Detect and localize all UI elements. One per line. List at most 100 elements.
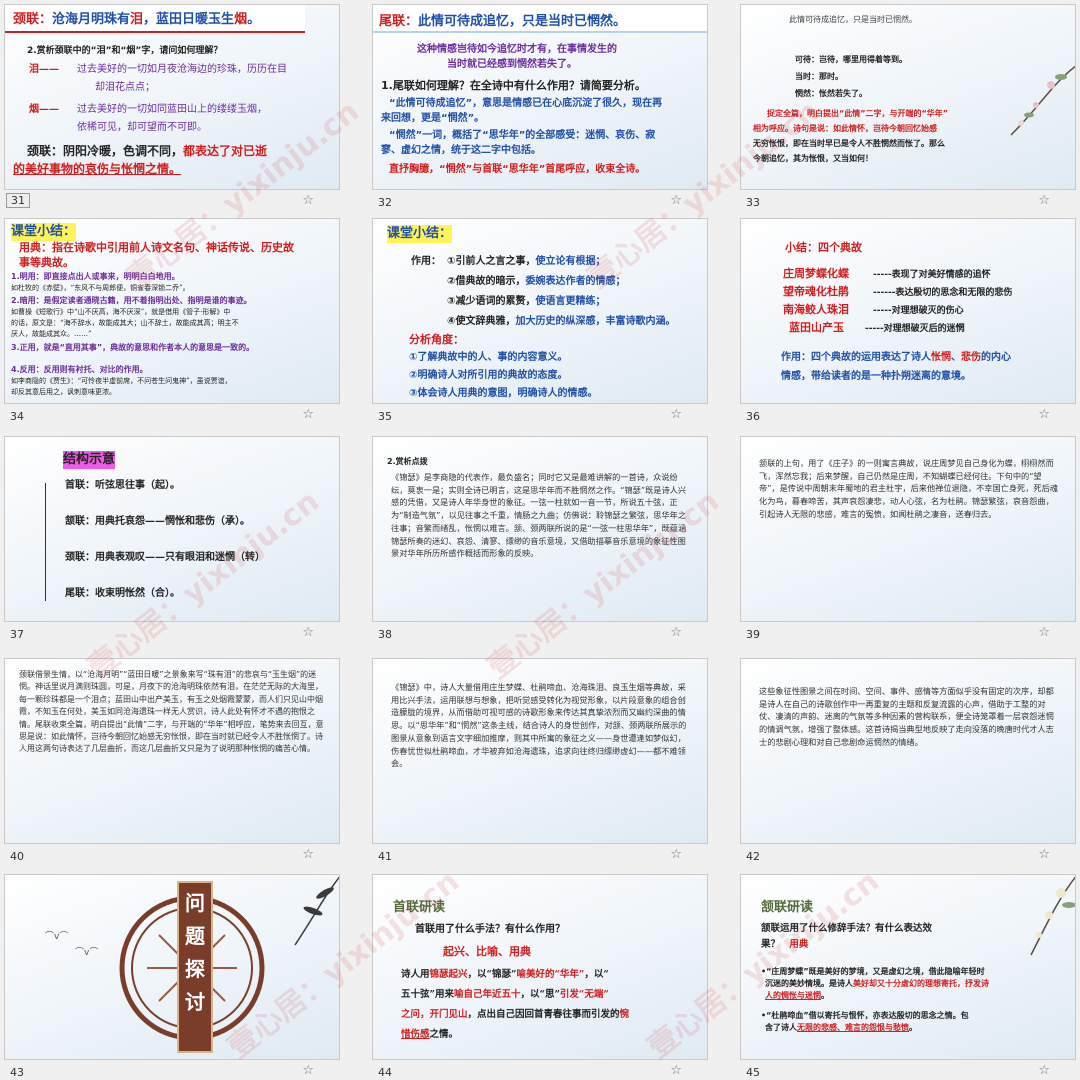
slide-thumbnail-40[interactable]: 颈联借景生情，以“沧海月明”“蓝田日暖”之景象来写“珠有泪”的悲哀与“玉生烟”的… xyxy=(4,658,340,844)
star-icon[interactable]: ☆ xyxy=(302,625,314,640)
summary-emphasis: 都表达了对已逝 xyxy=(183,144,268,158)
slide-thumbnail-42[interactable]: 这些象征性图景之间在时间、空间、事件、感情等方面似乎没有固定的次序，却都是诗人在… xyxy=(740,658,1076,844)
analysis-emphasis: 引发“无端” xyxy=(559,989,609,1000)
structure-line: 首联：听弦思往事（起）。 xyxy=(65,480,180,491)
slide-cell-45[interactable]: 颔联研读 颔联运用了什么修辞手法？有什么表达效 果？ 用典 •“庄周梦蝶”既是美… xyxy=(740,874,1076,1080)
question-text: 颔联运用了什么修辞手法？有什么表达效 xyxy=(761,923,933,934)
analysis-text: ，以“ xyxy=(584,969,609,980)
bullet-text: 。 xyxy=(821,991,829,1000)
slide-number: 31 xyxy=(6,193,30,208)
slide-number: 40 xyxy=(10,850,24,863)
method-line: 1.明用：即直接点出人或事来，明明白白地用。 xyxy=(11,272,180,281)
slide-cell-41[interactable]: 《锦瑟》中，诗人大量借用庄生梦蝶、杜鹃啼血、沧海珠泪、良玉生烟等典故，采用比兴手… xyxy=(372,658,708,868)
slide-thumbnail-37[interactable]: 结构示意 首联：听弦思往事（起）。 颔联：用典托哀怨——惘怅和悲伤（承）。 颈联… xyxy=(4,436,340,622)
analysis-text: ，以“锦瑟” xyxy=(467,969,517,980)
slide-heading: 课堂小结： xyxy=(11,223,77,241)
title-keyword: 烟 xyxy=(234,12,248,27)
slide-thumbnail-38[interactable]: 2.赏析点拨 《锦瑟》是李商隐的代表作，最负盛名；同时它又是最难讲解的一首诗，众… xyxy=(372,436,708,622)
function-label: 作用： xyxy=(411,256,441,267)
star-icon[interactable]: ☆ xyxy=(670,407,682,422)
analysis-text: 之情。 xyxy=(429,1029,459,1040)
star-icon[interactable]: ☆ xyxy=(302,1063,314,1078)
commentary-line: 捉定全篇，明白提出“此情”二字，与开端的“华年” xyxy=(767,109,949,118)
star-icon[interactable]: ☆ xyxy=(302,407,314,422)
slide-cell-38[interactable]: 2.赏析点拨 《锦瑟》是李商隐的代表作，最负盛名；同时它又是最难讲解的一首诗，众… xyxy=(372,436,708,646)
answer-line: 来回想，更是“惘然”。 xyxy=(381,113,485,124)
slide-meta: 36 ☆ xyxy=(740,406,1076,426)
explanation-line: 这种情感岂待如今追忆时才有，在事情发生的 xyxy=(417,44,617,55)
star-icon[interactable]: ☆ xyxy=(670,625,682,640)
star-icon[interactable]: ☆ xyxy=(670,1063,682,1078)
slide-thumbnail-45[interactable]: 颔联研读 颔联运用了什么修辞手法？有什么表达效 果？ 用典 •“庄周梦蝶”既是美… xyxy=(740,874,1076,1060)
tear-line: 却泪花点点； xyxy=(95,82,155,93)
slide-cell-39[interactable]: 颔联的上句，用了《庄子》的一则寓言典故，说庄周梦见自己身化为蝶，栩栩然而飞，浑然… xyxy=(740,436,1076,646)
slide-cell-37[interactable]: 结构示意 首联：听弦思往事（起）。 颔联：用典托哀怨——惘怅和悲伤（承）。 颈联… xyxy=(4,436,340,646)
tear-label: 泪—— xyxy=(29,64,59,75)
slide-heading: 结构示意 xyxy=(63,451,116,469)
answer-line: 直抒胸臆，“惘然”与首联“思华年”首尾呼应，收束全诗。 xyxy=(389,164,646,175)
smoke-line: 依稀可见，却可望而不可即。 xyxy=(77,122,207,133)
function-text: ②借典故的暗示， xyxy=(447,276,526,287)
title-char: 题 xyxy=(185,924,205,948)
slide-cell-34[interactable]: 课堂小结： 用典：指在诗歌中引用前人诗文名句、神话传说、历史故 事等典故。 1.… xyxy=(4,218,340,428)
slide-thumbnail-39[interactable]: 颔联的上句，用了《庄子》的一则寓言典故，说庄周梦见自己身化为蝶，栩栩然而飞，浑然… xyxy=(740,436,1076,622)
slide-meta: 33 ☆ xyxy=(740,192,1076,212)
star-icon[interactable]: ☆ xyxy=(670,193,682,208)
slide-meta: 41 ☆ xyxy=(372,846,708,866)
function-text: ①引前人之言之事， xyxy=(447,256,536,267)
star-icon[interactable]: ☆ xyxy=(1038,407,1050,422)
star-icon[interactable]: ☆ xyxy=(1038,1063,1050,1078)
star-icon[interactable]: ☆ xyxy=(1038,847,1050,862)
slide-cell-40[interactable]: 颈联借景生情，以“沧海月明”“蓝田日暖”之景象来写“珠有泪”的悲哀与“玉生烟”的… xyxy=(4,658,340,868)
slide-number: 43 xyxy=(10,1066,24,1079)
slide-number: 38 xyxy=(378,628,392,641)
slide-thumbnail-33[interactable]: 此情可待成追忆，只是当时已惘然。 可待：岂待，哪里用得着等到。 当时：那时。 惘… xyxy=(740,4,1076,190)
function-line: ③减少语词的累赘，使语言更精练； xyxy=(447,295,605,309)
function-line: ④使文辞典雅，加大历史的纵深感，丰富诗歌内涵。 xyxy=(447,315,675,329)
star-icon[interactable]: ☆ xyxy=(1038,625,1050,640)
bullet-line: 含了诗人无限的悲感、难言的怨恨与愁愤。 xyxy=(765,1023,917,1034)
slide-number: 45 xyxy=(746,1066,760,1079)
analysis-emphasis: 喻自己年近五十 xyxy=(453,989,521,1000)
slide-thumbnail-35[interactable]: 课堂小结： 作用： ①引前人之言之事，使立论有根据； ②借典故的暗示，委婉表达作… xyxy=(372,218,708,404)
slide-cell-36[interactable]: 小结：四个典故 庄周梦蝶化蝶 -----表现了对美好情感的追怀 望帝魂化杜鹃 -… xyxy=(740,218,1076,428)
body-paragraph: 颈联借景生情，以“沧海月明”“蓝田日暖”之景象来写“珠有泪”的悲哀与“玉生烟”的… xyxy=(19,670,324,754)
example-line: 厌人，故能成其众。……” xyxy=(11,330,92,338)
bamboo-branch-icon xyxy=(294,876,339,946)
body-paragraph: 这些象征性图景之间在时间、空间、事件、感情等方面似乎没有固定的次序，却都是诗人在… xyxy=(759,686,1054,747)
slide-thumbnail-34[interactable]: 课堂小结： 用典：指在诗歌中引用前人诗文名句、神话传说、历史故 事等典故。 1.… xyxy=(4,218,340,404)
bullet-line: •“庄周梦蝶”既是美好的梦境，又是虚幻之境，借此隐喻年轻时 xyxy=(761,967,985,976)
slide-cell-32[interactable]: 尾联：此情可待成追忆，只是当时已惘然。 这种情感岂待如今追忆时才有，在事情发生的… xyxy=(372,4,708,214)
slide-thumbnail-36[interactable]: 小结：四个典故 庄周梦蝶化蝶 -----表现了对美好情感的追怀 望帝魂化杜鹃 -… xyxy=(740,218,1076,404)
slide-thumbnail-41[interactable]: 《锦瑟》中，诗人大量借用庄生梦蝶、杜鹃啼血、沧海珠泪、良玉生烟等典故，采用比兴手… xyxy=(372,658,708,844)
slide-cell-33[interactable]: 此情可待成追忆，只是当时已惘然。 可待：岂待，哪里用得着等到。 当时：那时。 惘… xyxy=(740,4,1076,214)
slide-heading: 颔联研读 xyxy=(761,900,814,915)
slide-cell-43[interactable]: 问 题 探 讨 ⌒v⌒ ⌒v⌒ 43 ☆ xyxy=(4,874,340,1080)
star-icon[interactable]: ☆ xyxy=(1038,193,1050,208)
body-paragraph: 颔联的上句，用了《庄子》的一则寓言典故，说庄周梦见自己身化为蝶，栩栩然而飞，浑然… xyxy=(759,458,1058,519)
function-line: ②借典故的暗示，委婉表达作者的情感； xyxy=(447,275,625,289)
slide-heading: 2.赏析点拨 xyxy=(387,457,428,466)
answer-line: “惘然”一词，概括了“思华年”的全部感受：迷惘、哀伤、寂 xyxy=(389,130,656,141)
slide-heading: 首联研读 xyxy=(393,900,446,915)
body-paragraph: 《锦瑟》中，诗人大量借用庄生梦蝶、杜鹃啼血、沧海珠泪、良玉生烟等典故，采用比兴手… xyxy=(391,682,687,769)
slide-thumbnail-32[interactable]: 尾联：此情可待成追忆，只是当时已惘然。 这种情感岂待如今追忆时才有，在事情发生的… xyxy=(372,4,708,190)
star-icon[interactable]: ☆ xyxy=(302,193,314,208)
slide-cell-42[interactable]: 这些象征性图景之间在时间、空间、事件、感情等方面似乎没有固定的次序，却都是诗人在… xyxy=(740,658,1076,868)
bullet-text: 含了诗人 xyxy=(765,1023,797,1032)
slide-heading: 小结：四个典故 xyxy=(785,241,862,254)
smoke-label: 烟—— xyxy=(29,104,59,115)
slide-thumbnail-43[interactable]: 问 题 探 讨 ⌒v⌒ ⌒v⌒ xyxy=(4,874,340,1060)
allusion-meaning: -----表现了对美好情感的追怀 xyxy=(873,270,991,280)
slide-meta: 34 ☆ xyxy=(4,406,340,426)
slide-thumbnail-31[interactable]: 颈联：沧海月明珠有泪，蓝田日暖玉生烟。 2.赏析颈联中的“泪”和“烟”字，请问如… xyxy=(4,4,340,190)
slide-cell-35[interactable]: 课堂小结： 作用： ①引前人之言之事，使立论有根据； ②借典故的暗示，委婉表达作… xyxy=(372,218,708,428)
effect-emphasis: 怅惘 xyxy=(931,352,951,363)
slide-cell-44[interactable]: 首联研读 首联用了什么手法？有什么作用？ 起兴、比喻、用典 诗人用锦瑟起兴，以“… xyxy=(372,874,708,1080)
bullet-text: 。 xyxy=(909,1023,917,1032)
slide-thumbnail-44[interactable]: 首联研读 首联用了什么手法？有什么作用？ 起兴、比喻、用典 诗人用锦瑟起兴，以“… xyxy=(372,874,708,1060)
star-icon[interactable]: ☆ xyxy=(302,847,314,862)
slide-cell-31[interactable]: 颈联：沧海月明珠有泪，蓝田日暖玉生烟。 2.赏析颈联中的“泪”和“烟”字，请问如… xyxy=(4,4,340,214)
star-icon[interactable]: ☆ xyxy=(670,847,682,862)
bullet-emphasis: 人的惆怅与迷惘 xyxy=(765,991,821,1000)
